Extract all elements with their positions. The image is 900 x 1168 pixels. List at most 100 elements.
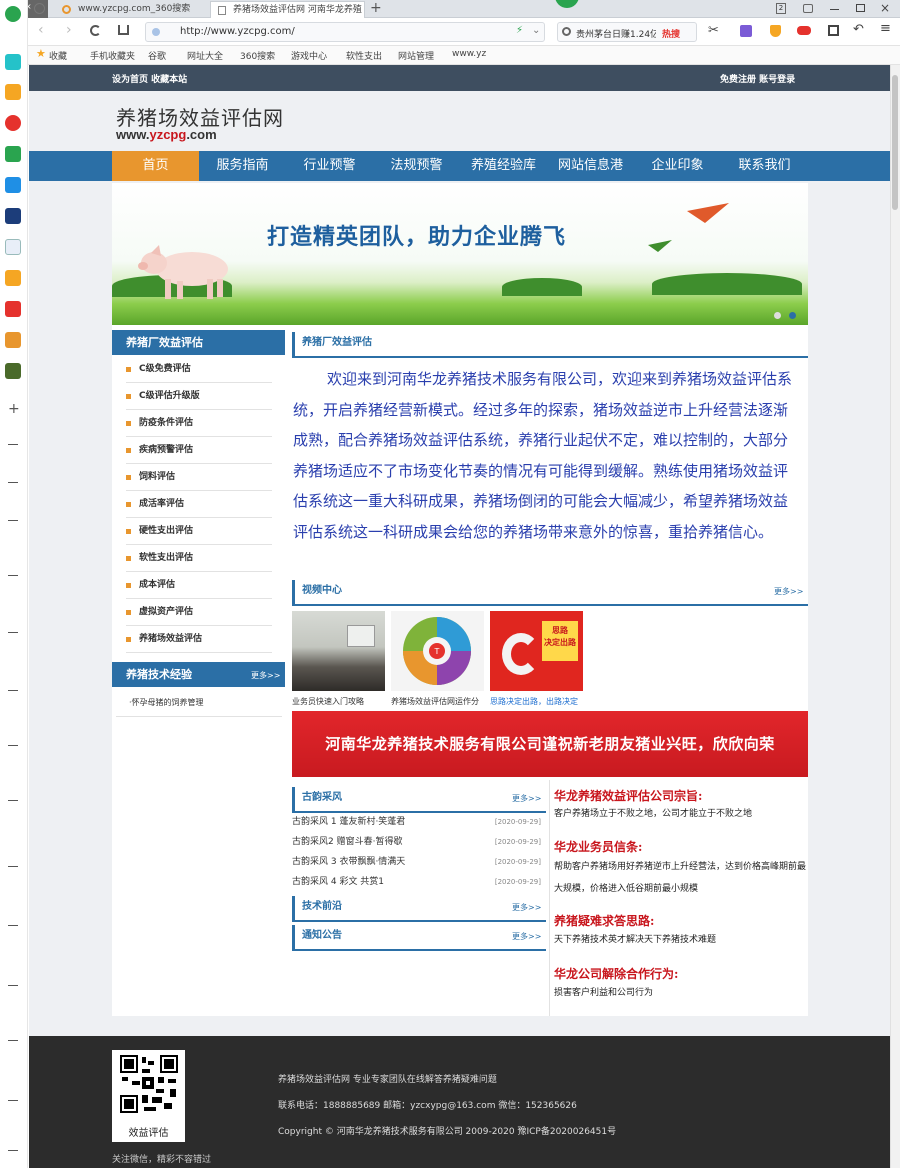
address-bar[interactable]: http://www.yzcpg.com/ ⚡ ⌄ (145, 22, 545, 42)
news-row[interactable]: 古韵采风 1 蓬友新村·笑蓬君 [2020-09-29] (292, 812, 541, 832)
notification-icon[interactable] (555, 0, 579, 8)
bookmark-item[interactable]: 谷歌 (148, 49, 166, 62)
browser-search-box[interactable]: 贵州茅台日赚1.24亿 热搜 (557, 22, 697, 42)
bookmark-star-icon: ★ (36, 47, 46, 60)
nav-regulation-alert[interactable]: 法规预警 (373, 151, 460, 181)
forward-icon[interactable]: › (66, 22, 72, 38)
news-date: [2020-09-29] (494, 838, 541, 846)
hot-search-label[interactable]: 热搜 (662, 27, 680, 40)
tech-front-more-link[interactable]: 更多>> (512, 902, 541, 913)
left-menu-item[interactable]: 成活率评估 (126, 491, 272, 518)
shop-icon[interactable] (5, 301, 21, 317)
bookmark-item[interactable]: www.yz (452, 49, 486, 59)
maximize-icon[interactable] (856, 4, 865, 12)
video-thumbnail-classroom[interactable] (292, 611, 385, 691)
scissors-icon[interactable]: ✂ (708, 23, 719, 38)
notice-more-link[interactable]: 更多>> (512, 931, 541, 942)
bookmark-item[interactable]: 收藏 (49, 49, 67, 62)
back-history-icon[interactable] (34, 3, 45, 14)
nav-industry-alert[interactable]: 行业预警 (286, 151, 373, 181)
news-row[interactable]: 古韵采风2 赠窗斗春·暂得歇 [2020-09-29] (292, 832, 541, 852)
video-more-link[interactable]: 更多>> (774, 586, 803, 597)
bookmark-item[interactable]: 网址大全 (187, 49, 223, 62)
minimize-icon[interactable] (830, 9, 839, 10)
weibo-icon[interactable] (5, 115, 21, 131)
news-title: 古韵采风 3 衣带飘飘·情满天 (292, 857, 406, 867)
nav-contact[interactable]: 联系我们 (721, 151, 808, 181)
left-menu-item[interactable]: 成本评估 (126, 572, 272, 599)
guyun-more-link[interactable]: 更多>> (512, 793, 541, 804)
home-icon[interactable] (118, 25, 129, 35)
bookmark-item[interactable]: 手机收藏夹 (90, 49, 135, 62)
chevron-down-icon[interactable]: ⌄ (532, 25, 540, 36)
doc-icon[interactable] (5, 239, 21, 255)
video-thumbnail-cycle[interactable]: T (391, 611, 484, 691)
refresh-icon[interactable] (90, 25, 101, 36)
scrollbar-thumb[interactable] (892, 75, 898, 210)
video-thumbnail-idea[interactable]: 思路 决定出路 (490, 611, 583, 691)
bookmark-item[interactable]: 360搜索 (240, 49, 275, 62)
left-menu-item[interactable]: C级免费评估 (126, 356, 272, 383)
sidebar-divider (8, 1100, 18, 1101)
browser-tab-search[interactable]: www.yzcpg.com_360搜索 (56, 1, 206, 18)
cycle-diagram: T (403, 617, 471, 685)
left-menu-item[interactable]: 虚拟资产评估 (126, 599, 272, 626)
left-menu-item[interactable]: 硬性支出评估 (126, 518, 272, 545)
news-row[interactable]: 古韵采风 3 衣带飘飘·情满天 [2020-09-29] (292, 852, 541, 872)
app-icon[interactable] (5, 363, 21, 379)
sidebar-app-icon[interactable] (5, 54, 21, 70)
tech-more-link[interactable]: 更多>> (251, 670, 280, 681)
left-menu-item[interactable]: C级评估升级版 (126, 383, 272, 410)
left-menu-item[interactable]: 养猪场效益评估 (126, 626, 272, 653)
extension-icon[interactable] (740, 25, 752, 37)
news-icon[interactable] (5, 208, 21, 224)
close-icon[interactable]: × (880, 1, 890, 15)
nav-experience[interactable]: 养殖经验库 (460, 151, 547, 181)
sidebar-divider (8, 444, 18, 445)
nav-info-port[interactable]: 网站信息港 (547, 151, 634, 181)
gamepad-icon[interactable] (797, 26, 811, 35)
slide-dot[interactable] (774, 312, 781, 319)
pdf-icon[interactable] (5, 177, 21, 193)
sidebar-divider (8, 520, 18, 521)
site-logo-url[interactable]: www.yzcpg.com (116, 127, 217, 142)
bookmark-item[interactable]: 游戏中心 (291, 49, 327, 62)
left-menu-item[interactable]: 饲料评估 (126, 464, 272, 491)
undo-icon[interactable]: ↶ (853, 22, 864, 37)
mail-icon[interactable] (5, 146, 21, 162)
shield-icon[interactable] (770, 25, 781, 37)
scrollbar[interactable] (890, 65, 900, 1168)
video-caption[interactable]: 养猪场效益评估网运作分 (391, 696, 479, 707)
new-tab-icon[interactable]: + (370, 0, 382, 17)
url-text: http://www.yzcpg.com/ (180, 26, 295, 37)
nav-company[interactable]: 企业印象 (634, 151, 721, 181)
set-home-links[interactable]: 设为首页 收藏本站 (112, 72, 187, 85)
slide-dot-active[interactable] (789, 312, 796, 319)
menu-icon[interactable]: ≡ (880, 21, 891, 36)
left-menu-item[interactable]: 防疫条件评估 (126, 410, 272, 437)
browser-logo-icon[interactable] (5, 6, 21, 22)
video-caption[interactable]: 业务员快速入门攻略 (292, 696, 364, 707)
add-icon[interactable]: + (8, 401, 20, 417)
tab-count-badge[interactable]: 2 (776, 3, 786, 14)
column-divider (549, 780, 550, 1016)
skin-icon[interactable] (803, 4, 813, 13)
nav-service-guide[interactable]: 服务指南 (199, 151, 286, 181)
left-menu-item[interactable]: 软性支出评估 (126, 545, 272, 572)
news-row[interactable]: 古韵采风 4 彩文 共赏1 [2020-09-29] (292, 872, 541, 892)
browser-tab-active[interactable]: 养猪场效益评估网 河南华龙养殖 (210, 1, 365, 18)
tech-item-link[interactable]: ·怀孕母猪的饲养管理 (129, 697, 204, 708)
nav-home[interactable]: 首页 (112, 151, 199, 181)
favorites-icon[interactable] (5, 84, 21, 100)
login-links[interactable]: 免费注册 账号登录 (720, 72, 795, 85)
bookmark-item[interactable]: 软性支出 (346, 49, 382, 62)
back-icon[interactable]: ‹ (38, 22, 44, 38)
apps-grid-icon[interactable] (828, 25, 839, 36)
app-icon[interactable] (5, 332, 21, 348)
speed-mode-icon[interactable]: ⚡ (516, 25, 523, 36)
tab-label: 养猪场效益评估网 河南华龙养殖 (233, 5, 362, 15)
bookmark-item[interactable]: 网站管理 (398, 49, 434, 62)
game-icon[interactable] (5, 270, 21, 286)
left-menu-item[interactable]: 疾病预警评估 (126, 437, 272, 464)
video-caption[interactable]: 思路决定出路，出路决定 (490, 696, 578, 707)
